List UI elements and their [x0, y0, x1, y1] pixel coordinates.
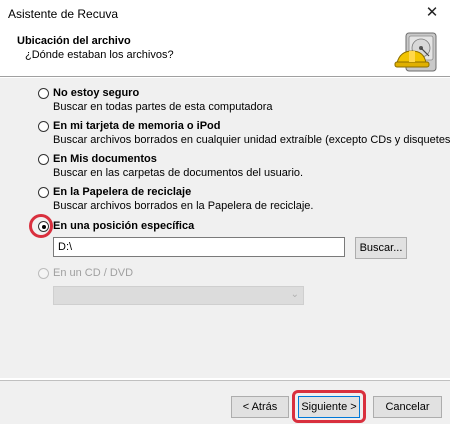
radio-recycle-bin[interactable] [38, 187, 49, 198]
back-button[interactable]: < Atrás [231, 396, 289, 418]
option-specific-location-label: En una posición específica [53, 220, 195, 232]
option-recycle-bin-label: En la Papelera de reciclaje [53, 186, 192, 198]
option-cd-dvd-label: En un CD / DVD [53, 267, 134, 279]
page-subtitle: ¿Dónde estaban los archivos? [25, 49, 174, 61]
radio-specific-location[interactable] [38, 221, 49, 232]
radio-my-documents[interactable] [38, 154, 49, 165]
radio-cd-dvd [38, 268, 49, 279]
option-not-sure-label: No estoy seguro [53, 87, 140, 99]
radio-not-sure[interactable] [38, 88, 49, 99]
cd-drive-select: ⌄ [53, 286, 304, 305]
recuva-hard-hat-drive-icon [394, 32, 437, 72]
option-recycle-bin-description: Buscar archivos borrados en la Papelera … [53, 200, 314, 212]
option-my-documents-label: En Mis documentos [53, 153, 157, 165]
option-memory-card-label: En mi tarjeta de memoria o iPod [53, 120, 221, 132]
option-memory-card-description: Buscar archivos borrados en cualquier un… [53, 134, 450, 146]
cancel-button[interactable]: Cancelar [373, 396, 442, 418]
title-bar: Asistente de Recuva ✕ [0, 0, 450, 27]
option-my-documents-description: Buscar en las carpetas de documentos del… [53, 167, 304, 179]
browse-button[interactable]: Buscar... [355, 237, 407, 259]
window-title: Asistente de Recuva [8, 7, 119, 21]
chevron-down-icon: ⌄ [290, 289, 299, 300]
location-path-input[interactable] [53, 237, 345, 257]
next-button[interactable]: Siguiente > [298, 396, 360, 418]
close-icon[interactable]: ✕ [422, 3, 442, 23]
wizard-header: Ubicación del archivo ¿Dónde estaban los… [0, 27, 450, 75]
radio-memory-card[interactable] [38, 121, 49, 132]
page-title: Ubicación del archivo [17, 35, 131, 47]
option-not-sure-description: Buscar en todas partes de esta computado… [53, 101, 273, 113]
